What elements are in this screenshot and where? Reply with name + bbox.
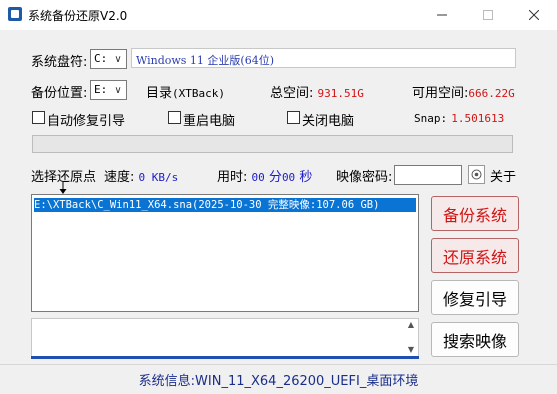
free-space: 可用空间:666.22G [412,82,515,101]
close-button[interactable] [511,0,557,30]
time-minutes: 00 [251,171,265,184]
elapsed-time: 用时: 00 分00 秒 [217,166,312,185]
backup-drive-value: E: [94,83,108,96]
os-info-text: Windows 11 企业版(64位) [136,54,275,67]
seconds-unit: 秒 [299,170,313,185]
scroll-up-icon[interactable]: ▲ [406,320,416,329]
time-label: 用时: [217,170,248,185]
maximize-icon [483,10,493,20]
directory-label: 目录 [146,86,173,101]
snap-info: Snap: 1.501613 [414,111,504,126]
image-password-label: 映像密码: [336,170,393,185]
free-space-value: 666.22G [468,87,515,100]
shutdown-label: 关闭电脑 [302,114,355,129]
free-space-label: 可用空间: [412,86,469,101]
snap-value: 1.501613 [451,112,505,125]
restore-point-list[interactable]: E:\XTBack\C_Win11_X64.sna(2025-10-30 完整映… [31,194,419,312]
shutdown-checkbox[interactable] [287,111,300,124]
backup-system-button[interactable]: 备份系统 [431,196,519,231]
image-password-input[interactable] [394,165,462,185]
minimize-button[interactable] [419,0,465,30]
system-disk-label: 系统盘符: [31,55,88,70]
speed-info: 速度: 0 KB/s [104,166,178,185]
log-progress-line [31,356,419,359]
eye-icon [471,169,482,180]
time-seconds: 00 [281,171,296,184]
total-space-label: 总空间: [270,86,314,101]
search-image-button[interactable]: 搜索映像 [431,322,519,357]
system-disk-select[interactable]: C: ∨ [90,49,127,69]
fix-boot-button[interactable]: 修复引导 [431,280,519,315]
system-disk-value: C: [94,52,108,65]
total-space: 总空间: 931.51G [270,82,364,101]
backup-drive-select[interactable]: E: ∨ [90,80,127,100]
window-title: 系统备份还原V2.0 [28,9,128,23]
status-divider [0,364,557,365]
speed-label: 速度: [104,170,135,185]
maximize-button[interactable] [465,0,511,30]
app-icon [8,7,22,21]
list-item[interactable]: E:\XTBack\C_Win11_X64.sna(2025-10-30 完整映… [34,198,416,212]
backup-directory: 目录(XTBack) [146,82,225,101]
backup-location-label: 备份位置: [31,86,88,101]
chevron-down-icon: ∨ [114,53,122,65]
minimize-icon [437,14,447,16]
restart-label: 重启电脑 [183,114,236,129]
minutes-unit: 分 [268,170,282,185]
close-icon [529,10,539,20]
log-area: ▲ ▼ [31,318,419,358]
speed-value: 0 KB/s [138,171,179,184]
auto-fix-checkbox[interactable] [32,111,45,124]
chevron-down-icon: ∨ [114,84,122,96]
show-password-button[interactable] [468,165,485,184]
restart-checkbox[interactable] [168,111,181,124]
auto-fix-label: 自动修复引导 [47,114,126,129]
snap-label: Snap: [414,112,448,125]
scroll-down-icon[interactable]: ▼ [406,345,416,354]
os-info-field: Windows 11 企业版(64位) [131,48,516,68]
directory-value: (XTBack) [172,87,225,100]
progress-bar [32,135,513,153]
system-info-status: 系统信息:WIN_11_X64_26200_UEFI_桌面环境 [138,374,419,389]
about-link[interactable]: 关于 [490,166,516,185]
total-space-value: 931.51G [317,87,364,100]
restore-system-button[interactable]: 还原系统 [431,238,519,273]
